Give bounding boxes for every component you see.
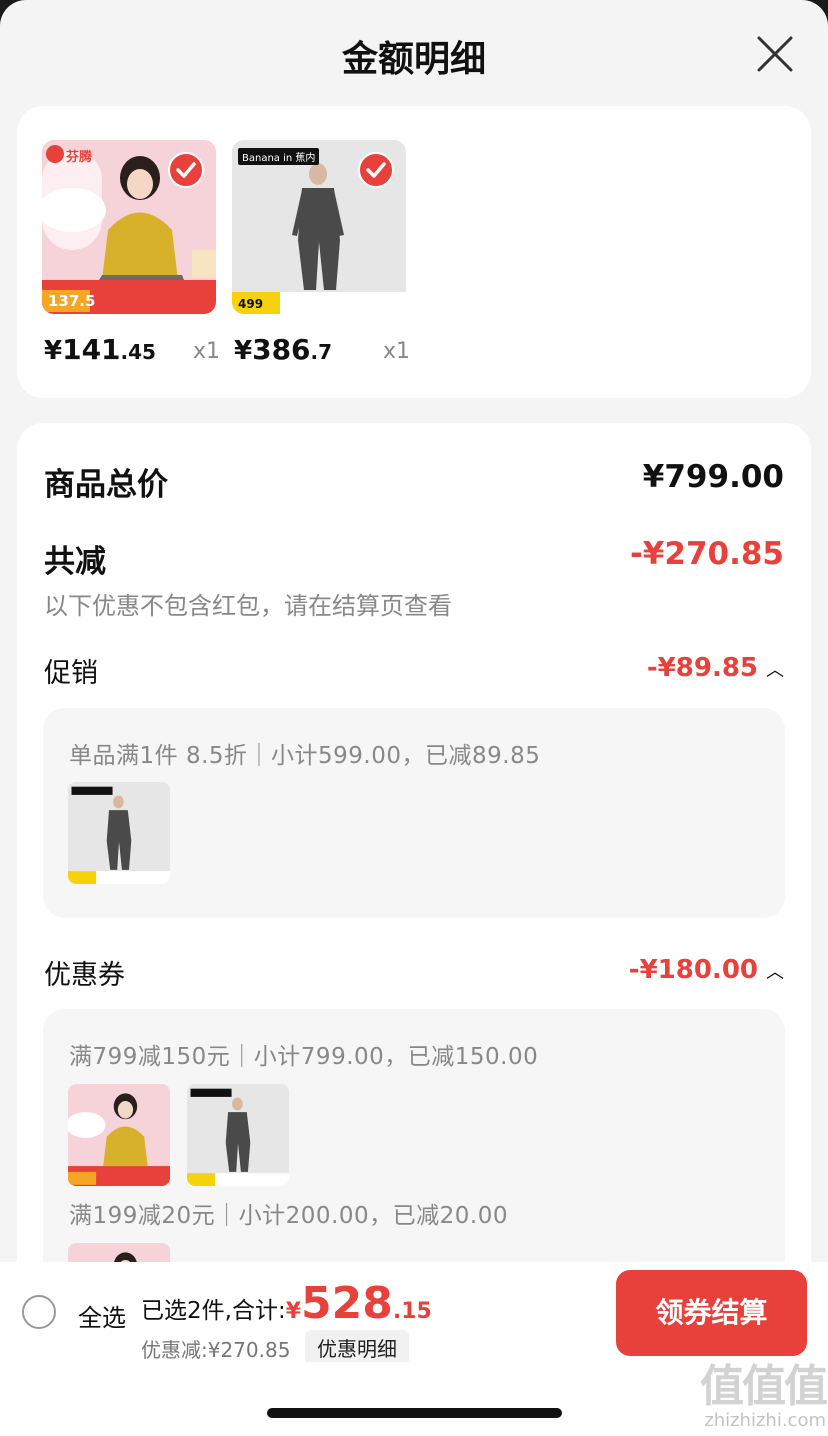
brand-tag-cn: 蕉内 bbox=[295, 153, 316, 164]
product-price-row: ¥141.45 x1 bbox=[44, 330, 220, 366]
product-image[interactable]: Banana in 蕉内 499 bbox=[232, 140, 406, 314]
total-currency: ¥ bbox=[285, 1299, 302, 1324]
selected-check-icon[interactable] bbox=[358, 152, 394, 188]
brand-tag: in bbox=[283, 153, 293, 164]
checkout-bar: 全选 已选2件,合计:¥528.15 优惠减:¥270.85 优惠明细 领券结算 bbox=[0, 1262, 828, 1365]
watermark-logo: 值值值 bbox=[700, 1361, 828, 1412]
total-label: 商品总价 bbox=[44, 467, 168, 503]
product-quantity: x1 bbox=[192, 339, 220, 364]
select-all-label[interactable]: 全选 bbox=[78, 1298, 126, 1333]
home-indicator[interactable] bbox=[267, 1408, 562, 1418]
coupon-rule: 满799减150元｜小计799.00，已减150.00 bbox=[69, 1044, 539, 1070]
product-item[interactable]: Banana in 蕉内 499 ¥386.7 x1 bbox=[232, 140, 412, 366]
coupon-rule: 满199减20元｜小计200.00，已减20.00 bbox=[69, 1203, 508, 1229]
saved-amount: 优惠减:¥270.85 bbox=[141, 1338, 291, 1362]
selected-count-text: 已选2件,合计: bbox=[141, 1298, 286, 1324]
price-decimal: .45 bbox=[120, 340, 156, 364]
price-decimal: .7 bbox=[310, 340, 333, 364]
product-quantity: x1 bbox=[382, 339, 410, 364]
product-price: ¥141.45 bbox=[44, 333, 156, 366]
promo-price: 499 bbox=[238, 297, 264, 311]
coupon-label: 优惠券 bbox=[44, 960, 125, 991]
products-card: 芬腾 137.5 ¥141.45 x1 Banana in 蕉内 499 ¥38… bbox=[17, 106, 811, 398]
coupon-toggle[interactable]: -¥180.00 ︿ bbox=[629, 955, 784, 985]
total-integer: 528 bbox=[301, 1278, 393, 1329]
product-price: ¥386.7 bbox=[234, 333, 332, 366]
price-currency: ¥ bbox=[234, 336, 253, 366]
promo-price: 137.5 bbox=[48, 292, 96, 310]
price-integer: 386 bbox=[252, 333, 311, 366]
price-currency: ¥ bbox=[44, 336, 63, 366]
watermark: 值值值 zhizhizhi.com bbox=[676, 1350, 828, 1436]
promotion-rule: 单品满1件 8.5折｜小计599.00，已减89.85 bbox=[69, 743, 541, 769]
promotion-value: -¥89.85 bbox=[646, 653, 758, 683]
promotion-label: 促销 bbox=[44, 658, 98, 689]
selected-check-icon[interactable] bbox=[168, 152, 204, 188]
promotion-toggle[interactable]: -¥89.85 ︿ bbox=[647, 653, 784, 683]
discount-detail-link[interactable]: 优惠明细 bbox=[305, 1330, 409, 1365]
close-icon[interactable] bbox=[755, 34, 795, 74]
product-item[interactable]: 芬腾 137.5 ¥141.45 x1 bbox=[42, 140, 222, 366]
reduce-note: 以下优惠不包含红包，请在结算页查看 bbox=[44, 592, 452, 620]
checkout-button[interactable]: 领券结算 bbox=[616, 1270, 807, 1356]
promotion-detail-box: 单品满1件 8.5折｜小计599.00，已减89.85 bbox=[43, 708, 785, 918]
product-price-row: ¥386.7 x1 bbox=[234, 330, 410, 366]
sheet-header: 金额明细 bbox=[0, 0, 828, 106]
brand-logo: Banana in 蕉内 bbox=[238, 148, 320, 165]
product-image[interactable]: 芬腾 137.5 bbox=[42, 140, 216, 314]
brand-name: Banana bbox=[242, 153, 280, 164]
chevron-up-icon: ︿ bbox=[766, 961, 784, 983]
total-decimal: .15 bbox=[392, 1299, 432, 1324]
sheet-title: 金额明细 bbox=[341, 39, 486, 80]
reduce-label: 共减 bbox=[44, 544, 106, 580]
coupon-product-thumb[interactable] bbox=[187, 1084, 289, 1186]
coupon-product-thumb[interactable] bbox=[68, 1084, 170, 1186]
reduce-value: -¥270.85 bbox=[629, 536, 784, 572]
amount-detail-sheet: 金额明细 芬腾 137.5 ¥141.45 x1 Banana in 蕉内 49… bbox=[0, 0, 828, 1436]
total-value: ¥799.00 bbox=[642, 459, 784, 495]
chevron-up-icon: ︿ bbox=[766, 659, 784, 681]
watermark-url: zhizhizhi.com bbox=[704, 1410, 826, 1431]
price-integer: 141 bbox=[62, 333, 121, 366]
selected-total: 已选2件,合计:¥528.15 bbox=[141, 1278, 432, 1329]
coupon-value: -¥180.00 bbox=[628, 955, 758, 985]
brand-logo: 芬腾 bbox=[66, 150, 93, 165]
select-all-radio[interactable] bbox=[22, 1295, 56, 1329]
promotion-product-thumb[interactable] bbox=[68, 782, 170, 884]
